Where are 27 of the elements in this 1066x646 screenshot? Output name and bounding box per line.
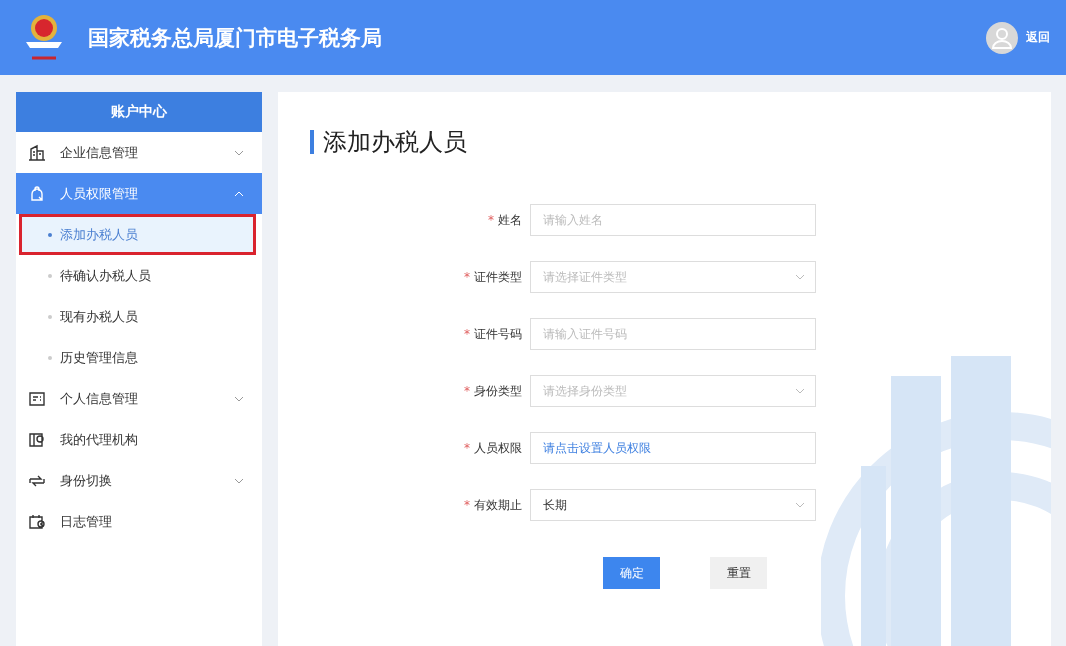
field-label: * 身份类型 <box>463 382 522 400</box>
menu-icon <box>28 389 46 408</box>
chevron-icon <box>795 274 805 280</box>
field-label: * 有效期止 <box>463 496 522 514</box>
field-label: * 人员权限 <box>463 439 522 457</box>
page-title: 添加办税人员 <box>323 127 467 158</box>
menu-icon <box>28 143 46 162</box>
select-field[interactable]: 长期 <box>530 489 816 521</box>
chevron-icon <box>234 149 244 156</box>
field-label: * 证件号码 <box>463 325 522 343</box>
permission-field[interactable]: 请点击设置人员权限 <box>530 432 816 464</box>
menu-icon <box>28 430 46 449</box>
site-title: 国家税务总局厦门市电子税务局 <box>88 24 383 52</box>
sidebar-title: 账户中心 <box>16 92 262 132</box>
menu-icon <box>28 512 46 531</box>
reset-button[interactable]: 重置 <box>710 557 767 589</box>
chevron-icon <box>234 395 244 402</box>
menu-icon <box>28 184 46 203</box>
field-label: * 姓名 <box>487 211 522 229</box>
submenu-item[interactable]: 添加办税人员 <box>19 214 256 255</box>
avatar-icon[interactable] <box>986 21 1018 54</box>
field-label: * 证件类型 <box>463 268 522 286</box>
confirm-button[interactable]: 确定 <box>603 557 660 589</box>
chevron-icon <box>234 477 244 484</box>
chevron-icon <box>234 190 244 197</box>
chevron-icon <box>795 502 805 508</box>
chevron-icon <box>795 388 805 394</box>
